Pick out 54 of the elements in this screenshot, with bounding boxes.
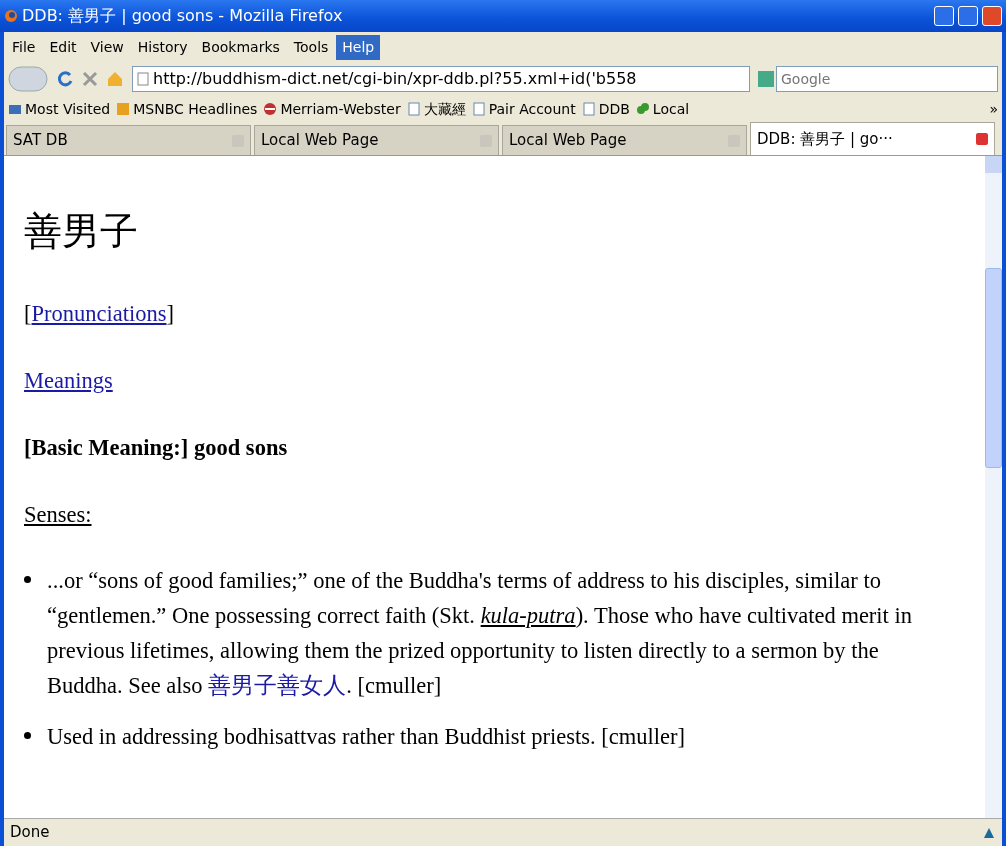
menu-item[interactable]: View [84,34,130,60]
bullet-icon [24,576,31,584]
leaf-icon [635,102,650,116]
page-icon [406,102,421,116]
window-title: DDB: 善男子 | good sons - Mozilla Firefox [22,5,344,27]
scrollbar[interactable] [985,156,1002,818]
menu-item[interactable]: File [6,34,42,60]
bookmark-item[interactable]: DDB [581,98,630,120]
bookmarks-overflow-button[interactable]: » [989,98,998,120]
back-button[interactable] [8,66,48,92]
page-icon [471,102,486,116]
folder-icon [8,102,22,116]
browser-tab[interactable]: Local Web Page [254,125,499,155]
sense-text: Used in addressing bodhisattvas rather than Buddhist priests. [cmuller] [47,722,685,751]
menu-item[interactable]: Help [336,34,381,60]
browser-tab[interactable]: Local Web Page [502,125,747,155]
bracket: ] [166,300,174,326]
menu-item[interactable]: Edit [43,34,83,60]
home-icon[interactable] [106,70,124,88]
menu-item[interactable]: Tools [287,34,335,60]
page-heading: 善男子 [24,209,139,254]
bookmark-item[interactable]: MSNBC Headlines [116,98,258,120]
maximize-button[interactable] [958,6,978,26]
browser-tab[interactable]: DDB: 善男子 | go··· [750,122,995,155]
bookmark-item[interactable]: Merriam-Webster [263,98,401,120]
meanings-link[interactable]: Meanings [24,367,113,393]
senses-label: Senses: [24,501,92,527]
reload-icon[interactable] [56,70,74,88]
bookmark-item[interactable]: 大藏經 [406,98,466,120]
tab-close-button[interactable] [976,133,988,145]
close-button[interactable] [982,6,1002,26]
browser-tab[interactable]: SAT DB [6,125,251,155]
menu-item[interactable]: Bookmarks [195,34,286,60]
bookmark-item[interactable]: Local [635,98,690,120]
search-engine-icon[interactable] [758,71,774,87]
minimize-button[interactable] [934,6,954,26]
sense-text: ...or “sons of good families;” one of the Buddha's terms of address to his disciples, similar to “gentlemen.” One possessing correct faith (Skt. kula-putra). Those who have cultivated merit in previous lifetimes, allowing them the prized opportunity to listen directly to a sermon by the Buddha. See also 善男子善女人. [cmuller] [47,567,913,700]
page-icon [137,72,149,86]
menu-item[interactable]: History [131,34,194,60]
cross-reference-link[interactable]: 善男子善女人 [208,673,347,698]
address-field[interactable]: http://buddhism-dict.net/cgi-bin/xpr-ddb.pl?55.xml+id('b558 [132,66,750,92]
term-link[interactable]: kula-putra [480,603,576,629]
firefox-icon [4,9,18,23]
stop-icon[interactable] [82,71,98,87]
page-icon [581,102,596,116]
search-field[interactable]: Google [776,66,998,92]
status-text: Done [10,822,50,844]
bookmark-item[interactable]: Most Visited [8,98,111,120]
pronunciations-link[interactable]: Pronunciations [31,300,167,326]
bullet-icon [24,731,31,739]
bracket: [ [24,300,32,326]
bookmark-item[interactable]: Pair Account [471,98,576,120]
feed-icon [116,102,131,116]
basic-meaning: [Basic Meaning:] good sons [24,433,289,462]
